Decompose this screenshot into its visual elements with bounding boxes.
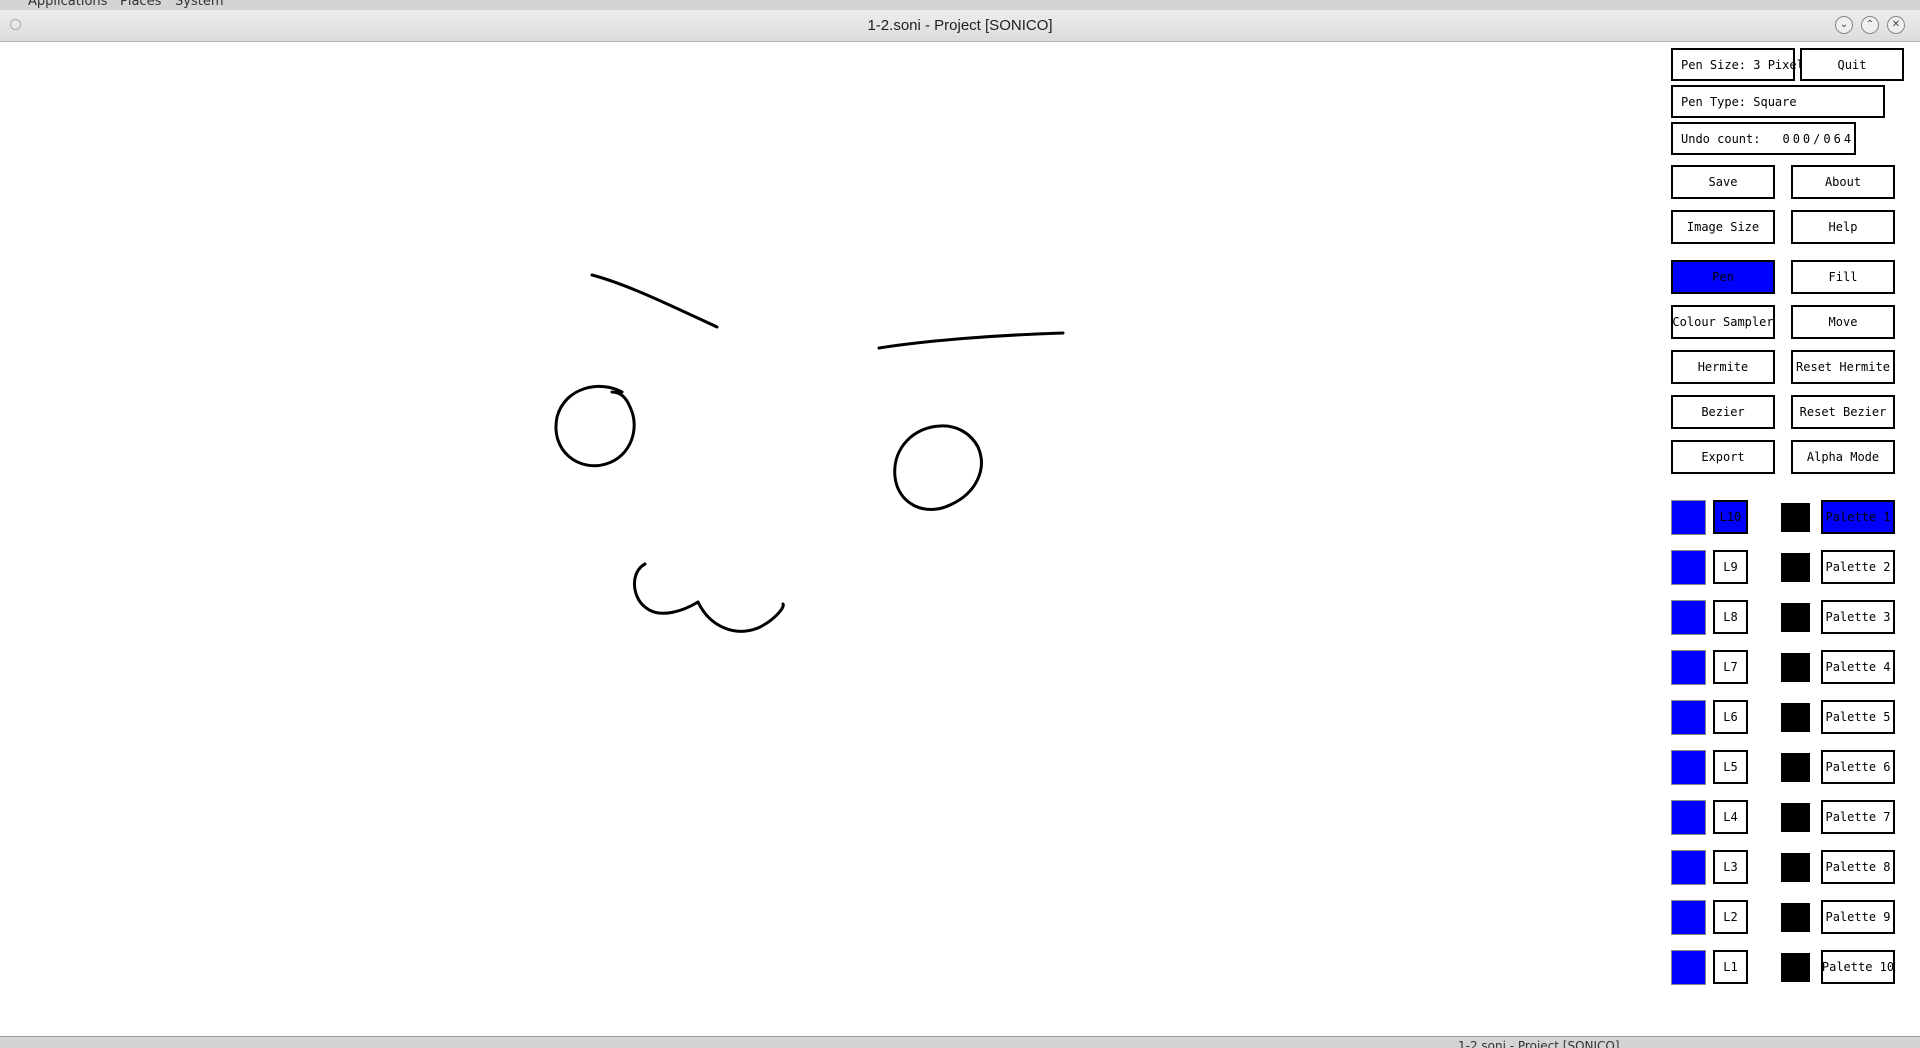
layer-color-swatch[interactable] <box>1671 800 1706 835</box>
window-title: 1-2.soni - Project [SONICO] <box>867 17 1053 34</box>
layer-button-l10[interactable]: L10 <box>1713 500 1748 534</box>
palette-color-swatch[interactable] <box>1781 853 1810 882</box>
layer-color-swatch[interactable] <box>1671 600 1706 635</box>
fill-tool-button[interactable]: Fill <box>1791 260 1895 294</box>
palette-color-swatch[interactable] <box>1781 953 1810 982</box>
image-size-button[interactable]: Image Size <box>1671 210 1775 244</box>
right-eyebrow-stroke <box>877 331 1065 350</box>
palette-color-swatch[interactable] <box>1781 603 1810 632</box>
layer-button-l1[interactable]: L1 <box>1713 950 1748 984</box>
palette-button-4[interactable]: Palette 4 <box>1821 650 1895 684</box>
quit-button[interactable]: Quit <box>1800 48 1904 81</box>
layer-color-swatch[interactable] <box>1671 500 1706 535</box>
mouth-stroke <box>633 562 785 633</box>
taskbar: 1-2.soni - Project [SONICO] <box>0 1036 1920 1048</box>
palette-button-6[interactable]: Palette 6 <box>1821 750 1895 784</box>
palette-color-swatch[interactable] <box>1781 553 1810 582</box>
palette-color-swatch[interactable] <box>1781 503 1810 532</box>
applications-menu[interactable]: Applications <box>28 0 107 9</box>
layer-color-swatch[interactable] <box>1671 550 1706 585</box>
palette-button-7[interactable]: Palette 7 <box>1821 800 1895 834</box>
alpha-mode-button[interactable]: Alpha Mode <box>1791 440 1895 474</box>
palette-button-8[interactable]: Palette 8 <box>1821 850 1895 884</box>
pen-type-button[interactable]: Pen Type: Square <box>1671 85 1885 118</box>
pen-tool-button[interactable]: Pen <box>1671 260 1775 294</box>
palette-button-5[interactable]: Palette 5 <box>1821 700 1895 734</box>
layer-color-swatch[interactable] <box>1671 900 1706 935</box>
layer-button-l7[interactable]: L7 <box>1713 650 1748 684</box>
places-menu[interactable]: Places <box>120 0 161 9</box>
palette-button-9[interactable]: Palette 9 <box>1821 900 1895 934</box>
palette-color-swatch[interactable] <box>1781 753 1810 782</box>
undo-count-label: Undo count: <box>1681 131 1761 146</box>
layer-button-l3[interactable]: L3 <box>1713 850 1748 884</box>
help-button[interactable]: Help <box>1791 210 1895 244</box>
close-icon[interactable]: ✕ <box>1887 16 1905 34</box>
layer-button-l2[interactable]: L2 <box>1713 900 1748 934</box>
colour-sampler-button[interactable]: Colour Sampler <box>1671 305 1775 339</box>
minimize-icon[interactable]: ⌄ <box>1835 16 1853 34</box>
pen-size-button[interactable]: Pen Size: 3 Pixel <box>1671 48 1804 81</box>
maximize-icon[interactable]: ⌃ <box>1861 16 1879 34</box>
layer-color-swatch[interactable] <box>1671 750 1706 785</box>
window-titlebar: 1-2.soni - Project [SONICO] ⌄ ⌃ ✕ <box>0 10 1920 42</box>
palette-color-swatch[interactable] <box>1781 653 1810 682</box>
layer-color-swatch[interactable] <box>1671 700 1706 735</box>
canvas-drawing <box>554 273 1065 633</box>
layer-button-l9[interactable]: L9 <box>1713 550 1748 584</box>
hermite-button[interactable]: Hermite <box>1671 350 1775 384</box>
palette-color-swatch[interactable] <box>1781 803 1810 832</box>
layer-button-l4[interactable]: L4 <box>1713 800 1748 834</box>
left-eye-stroke <box>554 384 636 468</box>
layer-color-swatch[interactable] <box>1671 950 1706 985</box>
palette-color-swatch[interactable] <box>1781 903 1810 932</box>
palette-button-3[interactable]: Palette 3 <box>1821 600 1895 634</box>
palette-button-2[interactable]: Palette 2 <box>1821 550 1895 584</box>
layer-button-l6[interactable]: L6 <box>1713 700 1748 734</box>
save-button[interactable]: Save <box>1671 165 1775 199</box>
drawing-canvas[interactable] <box>0 42 1660 1032</box>
layer-color-swatch[interactable] <box>1671 850 1706 885</box>
palette-button-1[interactable]: Palette 1 <box>1821 500 1895 534</box>
reset-hermite-button[interactable]: Reset Hermite <box>1791 350 1895 384</box>
bezier-button[interactable]: Bezier <box>1671 395 1775 429</box>
reset-bezier-button[interactable]: Reset Bezier <box>1791 395 1895 429</box>
about-button[interactable]: About <box>1791 165 1895 199</box>
right-eye-stroke <box>893 424 983 511</box>
palette-color-swatch[interactable] <box>1781 703 1810 732</box>
layer-color-swatch[interactable] <box>1671 650 1706 685</box>
export-button[interactable]: Export <box>1671 440 1775 474</box>
layer-button-l5[interactable]: L5 <box>1713 750 1748 784</box>
palette-button-10[interactable]: Palette 10 <box>1821 950 1895 984</box>
undo-count-value: 000/064 <box>1782 131 1855 146</box>
left-eyebrow-stroke <box>590 273 719 329</box>
system-menu[interactable]: System <box>175 0 223 9</box>
undo-count-display: Undo count: 000/064 <box>1671 122 1856 155</box>
move-tool-button[interactable]: Move <box>1791 305 1895 339</box>
layer-button-l8[interactable]: L8 <box>1713 600 1748 634</box>
